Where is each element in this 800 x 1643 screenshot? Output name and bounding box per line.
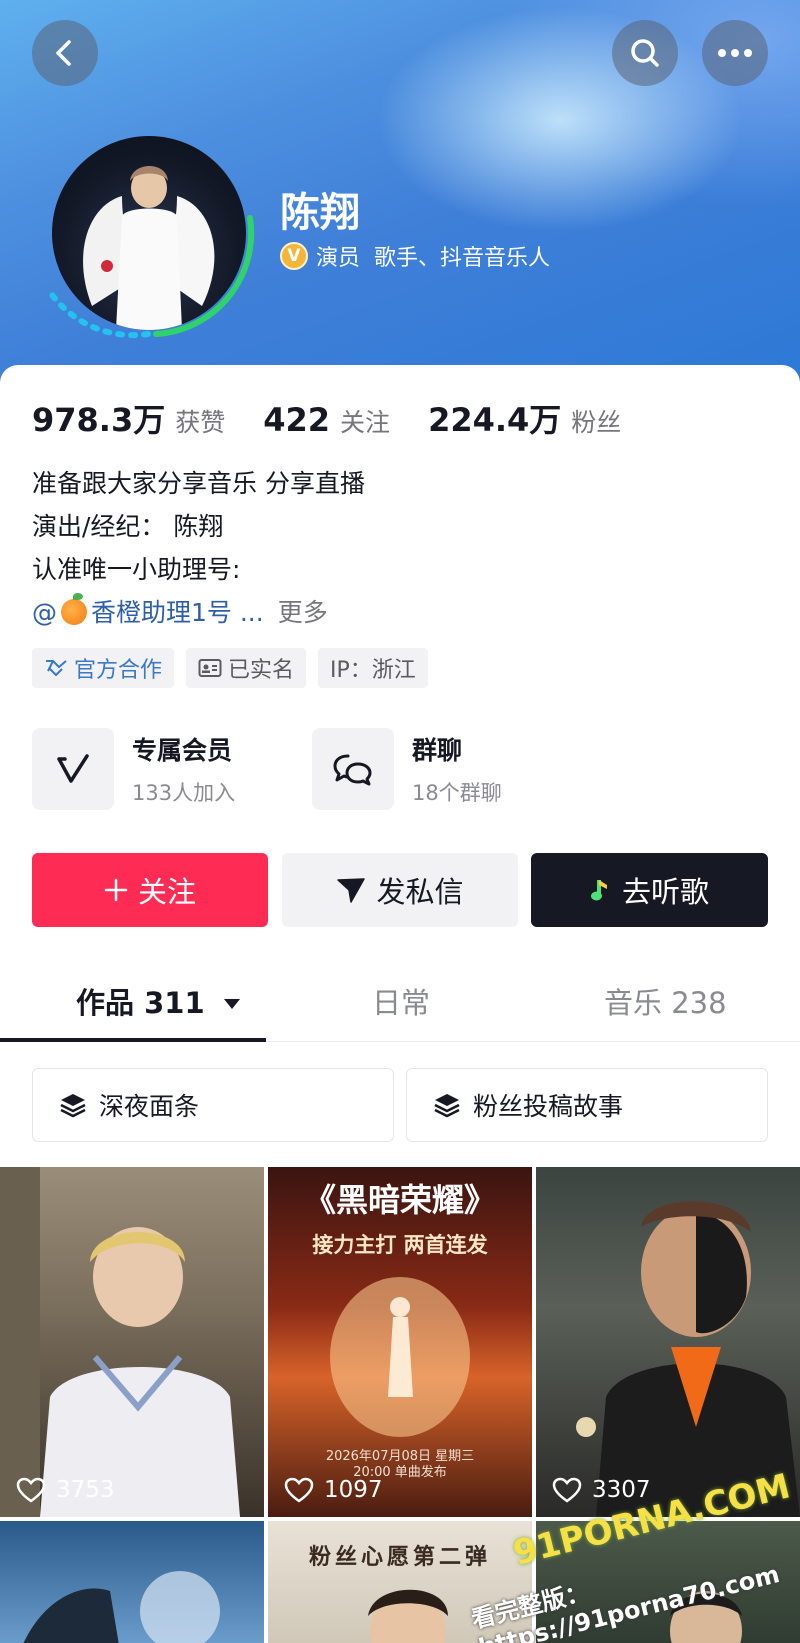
verification-text: 演员 歌手、抖音音乐人: [316, 246, 550, 271]
following-label[interactable]: 关注: [340, 403, 390, 439]
id-card-icon: [198, 659, 222, 677]
video-thumbnail[interactable]: [0, 1521, 264, 1643]
back-button[interactable]: [32, 20, 98, 86]
paper-plane-icon: [337, 878, 366, 903]
feature-title: 群聊: [412, 736, 463, 765]
tag-ip-location: IP：浙江: [318, 648, 428, 688]
group-chat-icon: [333, 754, 372, 786]
heart-outline-icon: [284, 1477, 314, 1503]
bio-line: 认准唯一小助理号:: [32, 555, 241, 584]
tag-official-cooperation[interactable]: 官方合作: [32, 648, 175, 688]
layers-icon: [60, 1094, 86, 1118]
tab-label: 作品 311: [76, 986, 205, 1020]
likes-count: 978.3万: [32, 401, 166, 439]
chevron-left-icon: [56, 40, 71, 66]
member-v-icon: [57, 754, 89, 783]
collection-label: 深夜面条: [99, 1092, 200, 1121]
handshake-icon: [46, 660, 67, 676]
profile-name: 陈翔: [280, 190, 360, 236]
feature-title: 专属会员: [132, 736, 233, 765]
search-button[interactable]: [612, 20, 678, 86]
more-dots-icon: [718, 49, 752, 57]
more-options-button[interactable]: [702, 20, 768, 86]
exclusive-membership[interactable]: 专属会员 133人加入: [32, 728, 235, 810]
collection-late-night-noodles[interactable]: 深夜面条: [32, 1068, 394, 1142]
bio-line: 演出/经纪： 陈翔: [32, 512, 224, 541]
collection-fan-stories[interactable]: 粉丝投稿故事: [406, 1068, 768, 1142]
like-count: 3753: [16, 1477, 115, 1503]
content-tabs: 作品 311 日常 音乐 238: [0, 970, 800, 1042]
likes-label: 获赞: [175, 408, 226, 437]
more-link[interactable]: 更多: [278, 598, 328, 627]
music-label: 去听歌: [621, 875, 709, 909]
video-thumbnail[interactable]: 《黑暗荣耀》 接力主打 两首连发 2026年07月08日 星期三 20:00 单…: [268, 1167, 532, 1517]
like-count: 3307: [552, 1477, 651, 1503]
verified-badge-icon: V: [280, 242, 308, 270]
heart-outline-icon: [552, 1477, 582, 1503]
following-count[interactable]: 422: [263, 401, 330, 439]
listen-music-button[interactable]: 去听歌: [531, 853, 768, 927]
follow-button[interactable]: 关注: [32, 853, 268, 927]
like-count-value: 1097: [324, 1477, 383, 1503]
group-chats[interactable]: 群聊 18个群聊: [312, 728, 502, 810]
verification-row: V 演员 歌手、抖音音乐人: [280, 240, 550, 272]
message-label: 发私信: [376, 875, 464, 909]
music-note-icon: [590, 880, 607, 901]
heart-outline-icon: [16, 1477, 46, 1503]
orange-emoji-icon: [61, 593, 87, 625]
video-thumbnail[interactable]: 3307: [536, 1167, 800, 1517]
tag-label: 官方合作: [74, 658, 163, 683]
feature-icon-box: [312, 728, 394, 810]
mention-link[interactable]: 香橙助理1号 ...: [91, 598, 264, 627]
stats-row: 978.3万 获赞 422 关注 224.4万 粉丝: [32, 395, 621, 441]
like-count: 1097: [284, 1477, 383, 1503]
layers-icon: [434, 1094, 460, 1118]
video-subtitle: 接力主打 两首连发: [312, 1233, 488, 1257]
mention-prefix[interactable]: @: [32, 598, 57, 627]
tag-real-name[interactable]: 已实名: [186, 648, 307, 688]
video-title: 《黑暗荣耀》: [303, 1181, 496, 1219]
tags-row: 官方合作 已实名 IP：浙江: [32, 648, 428, 688]
tag-label: IP：浙江: [330, 658, 416, 683]
feature-icon-box: [32, 728, 114, 810]
tab-music[interactable]: 音乐 238: [604, 980, 727, 1022]
search-icon: [631, 39, 659, 67]
tab-daily[interactable]: 日常: [372, 980, 430, 1022]
followers-label[interactable]: 粉丝: [571, 403, 621, 439]
avatar-container[interactable]: [38, 122, 260, 344]
like-count-value: 3307: [592, 1477, 651, 1503]
plus-icon: [104, 878, 128, 902]
avatar: [52, 136, 246, 330]
send-message-button[interactable]: 发私信: [282, 853, 518, 927]
bio-line: 准备跟大家分享音乐 分享直播: [32, 469, 365, 498]
caret-down-icon: [223, 999, 240, 1009]
follow-label: 关注: [137, 875, 196, 909]
bio-link-line: @ 香橙助理1号 ... 更多: [32, 591, 365, 634]
active-tab-indicator: [0, 1038, 266, 1042]
feature-subtitle: 133人加入: [132, 781, 236, 805]
feature-subtitle: 18个群聊: [412, 781, 502, 805]
collection-label: 粉丝投稿故事: [473, 1092, 624, 1121]
followers-count[interactable]: 224.4万: [428, 395, 561, 441]
tab-works[interactable]: 作品 311: [76, 980, 241, 1022]
like-count-value: 3753: [56, 1477, 115, 1503]
video-thumbnail[interactable]: 3753: [0, 1167, 264, 1517]
bio: 准备跟大家分享音乐 分享直播 演出/经纪： 陈翔 认准唯一小助理号: @ 香橙助理…: [32, 462, 365, 634]
tag-label: 已实名: [228, 658, 295, 683]
